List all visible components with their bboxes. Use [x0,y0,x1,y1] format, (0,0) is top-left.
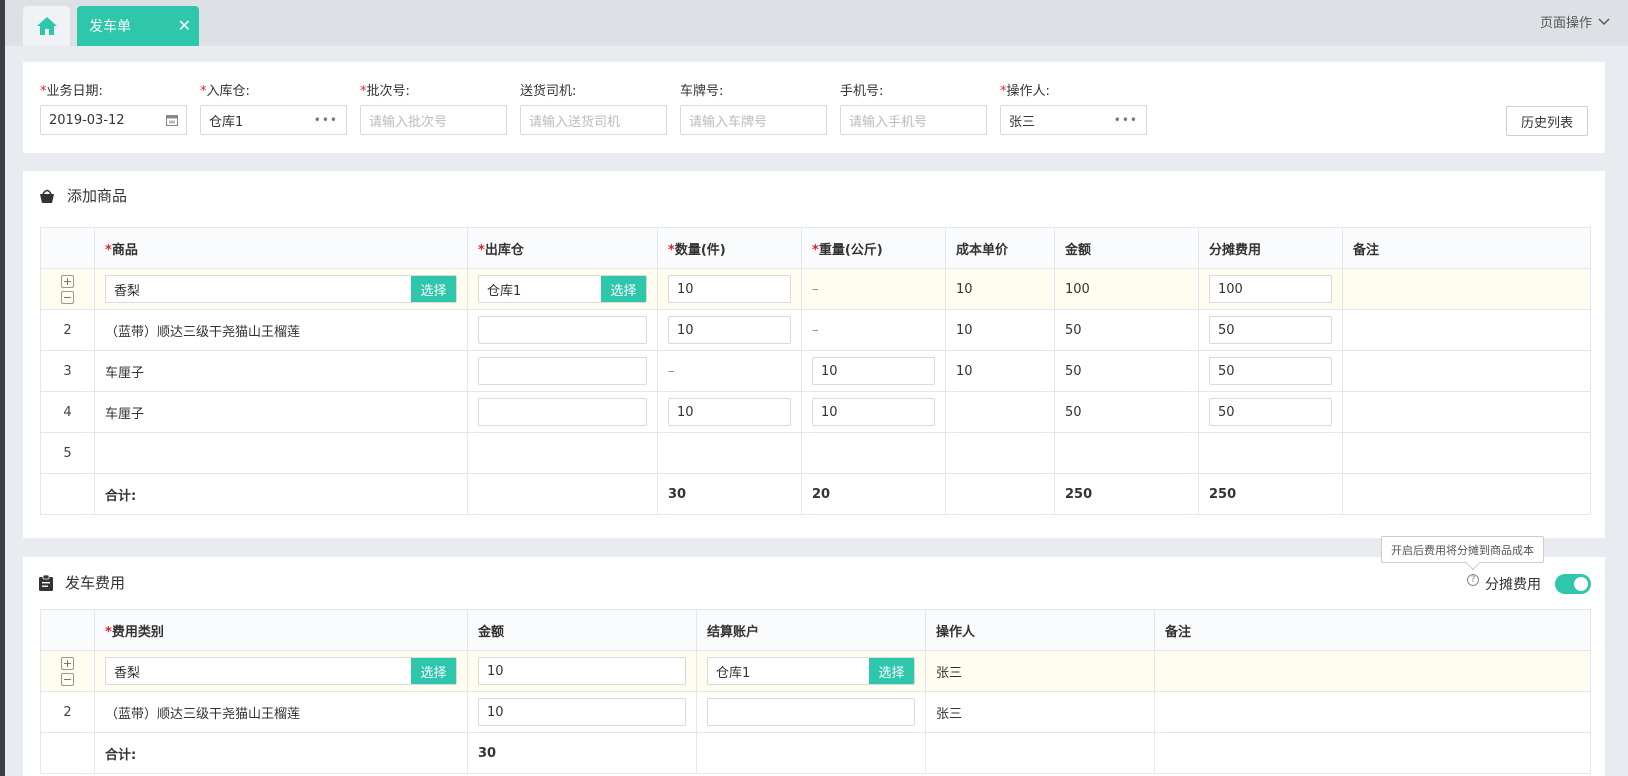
plate-no-input[interactable]: 请输入车牌号 [680,105,827,135]
tab-dispatch-order[interactable]: 发车单 ✕ [77,6,199,46]
remark-cell[interactable] [1342,309,1591,351]
total-row: 合计: 30 [40,732,1591,774]
share-fee-toggle[interactable] [1555,574,1591,594]
fee-category-input[interactable]: 香梨 选择 [105,657,457,685]
fees-section-header: 发车费用 [39,572,125,593]
out-warehouse-input[interactable]: 仓库1 选择 [478,275,647,303]
chevron-down-icon [1598,18,1610,25]
header-form: *业务日期: 2019-03-12 *入库仓: 仓库1 ••• *批次号: 请输入… [23,62,1605,153]
share-input[interactable]: 50 [1209,357,1332,385]
out-warehouse-input[interactable] [478,398,647,426]
select-button[interactable]: 选择 [869,658,914,684]
total-row: 合计: 30 20 250 250 [40,473,1591,515]
driver-field: 送货司机: 请输入送货司机 [520,80,667,135]
goods-section-title: 添加商品 [67,187,128,205]
share-input[interactable]: 50 [1209,316,1332,344]
operator-input[interactable]: 张三 ••• [1000,105,1147,135]
home-icon [36,17,57,35]
table-row: 4 车厘子 10 10 50 50 [40,391,1591,433]
weight-input[interactable]: 10 [812,398,935,426]
table-row: + − 香梨 选择 仓库1 选择 10 – 10 100 100 [40,268,1591,310]
basket-icon [40,189,54,203]
fee-amount-input[interactable]: 10 [478,698,686,726]
select-button[interactable]: 选择 [411,658,456,684]
table-row: 2 （蓝带）顺达三级干尧猫山王榴莲 10 – 10 50 50 [40,309,1591,351]
qty-input[interactable]: 10 [668,316,791,344]
remark-cell[interactable] [1342,350,1591,392]
product-cell[interactable] [94,432,468,474]
table-row: + − 香梨 选择 10 仓库1 选择 张三 [40,650,1591,692]
page-ops-dropdown[interactable]: 页面操作 [1540,12,1610,31]
account-input[interactable]: 仓库1 选择 [707,657,915,685]
more-icon[interactable]: ••• [1114,113,1138,127]
share-fee-control: ? 分摊费用 [1467,574,1591,594]
business-date-field: *业务日期: 2019-03-12 [40,80,187,135]
in-warehouse-input[interactable]: 仓库1 ••• [200,105,347,135]
close-icon[interactable]: ✕ [178,16,191,35]
add-row-icon[interactable]: + [61,274,74,288]
remark-cell[interactable] [1342,268,1591,310]
in-warehouse-field: *入库仓: 仓库1 ••• [200,80,347,135]
driver-input[interactable]: 请输入送货司机 [520,105,667,135]
share-input[interactable]: 100 [1209,275,1332,303]
row-actions: + − [51,274,84,304]
sidebar-edge [0,0,5,776]
select-button[interactable]: 选择 [411,276,456,302]
account-input[interactable] [707,698,915,726]
remark-cell[interactable] [1342,391,1591,433]
clipboard-icon [39,574,53,591]
batch-no-input[interactable]: 请输入批次号 [360,105,507,135]
fees-section: 发车费用 *费用类别 金额 结算账户 操作人 备注 + − 香梨 选择 10 仓库1… [23,557,1605,776]
out-warehouse-input[interactable] [478,316,647,344]
qty-input[interactable]: 10 [668,275,791,303]
share-tooltip: 开启后费用将分摊到商品成本 [1381,536,1544,563]
fee-amount-input[interactable]: 10 [478,657,686,685]
remark-cell[interactable] [1154,691,1591,733]
add-row-icon[interactable]: + [61,656,74,670]
plate-no-field: 车牌号: 请输入车牌号 [680,80,827,135]
calendar-icon [166,115,178,126]
qty-input[interactable]: 10 [668,398,791,426]
table-row: 3 车厘子 – 10 10 50 50 [40,350,1591,392]
tab-label: 发车单 [89,19,131,35]
goods-section-header: 添加商品 [39,185,127,206]
phone-field: 手机号: 请输入手机号 [840,80,987,135]
remove-row-icon[interactable]: − [61,290,74,304]
select-button[interactable]: 选择 [601,276,646,302]
table-row: 2 （蓝带）顺达三级干尧猫山王榴莲 10 张三 [40,691,1591,733]
fees-table: *费用类别 金额 结算账户 操作人 备注 + − 香梨 选择 10 仓库1 选择 张三… [40,609,1591,774]
table-header: *商品 *出库仓 *数量(件) *重量(公斤) 成本单价 金额 分摊费用 备注 [40,227,1591,269]
weight-input[interactable]: 10 [812,357,935,385]
history-list-button[interactable]: 历史列表 [1506,106,1588,136]
remark-cell[interactable] [1154,650,1591,692]
page-ops-label: 页面操作 [1539,16,1592,31]
product-input[interactable]: 香梨 选择 [105,275,457,303]
goods-table: *商品 *出库仓 *数量(件) *重量(公斤) 成本单价 金额 分摊费用 备注 … [40,227,1591,515]
batch-no-field: *批次号: 请输入批次号 [360,80,507,135]
operator-field: *操作人: 张三 ••• [1000,80,1147,135]
share-input[interactable]: 50 [1209,398,1332,426]
out-warehouse-input[interactable] [478,357,647,385]
help-icon[interactable]: ? [1467,574,1479,586]
phone-input[interactable]: 请输入手机号 [840,105,987,135]
row-actions: + − [51,656,84,686]
more-icon[interactable]: ••• [314,113,338,127]
remove-row-icon[interactable]: − [61,672,74,686]
business-date-input[interactable]: 2019-03-12 [40,105,187,135]
goods-section: 添加商品 *商品 *出库仓 *数量(件) *重量(公斤) 成本单价 金额 分摊费… [23,171,1605,538]
table-header: *费用类别 金额 结算账户 操作人 备注 [40,609,1591,651]
fees-section-title: 发车费用 [65,574,126,592]
share-fee-label: 分摊费用 [1485,577,1541,593]
table-row: 5 [40,432,1591,474]
tab-home[interactable] [23,6,70,46]
tab-bar: 发车单 ✕ 页面操作 [5,0,1628,46]
